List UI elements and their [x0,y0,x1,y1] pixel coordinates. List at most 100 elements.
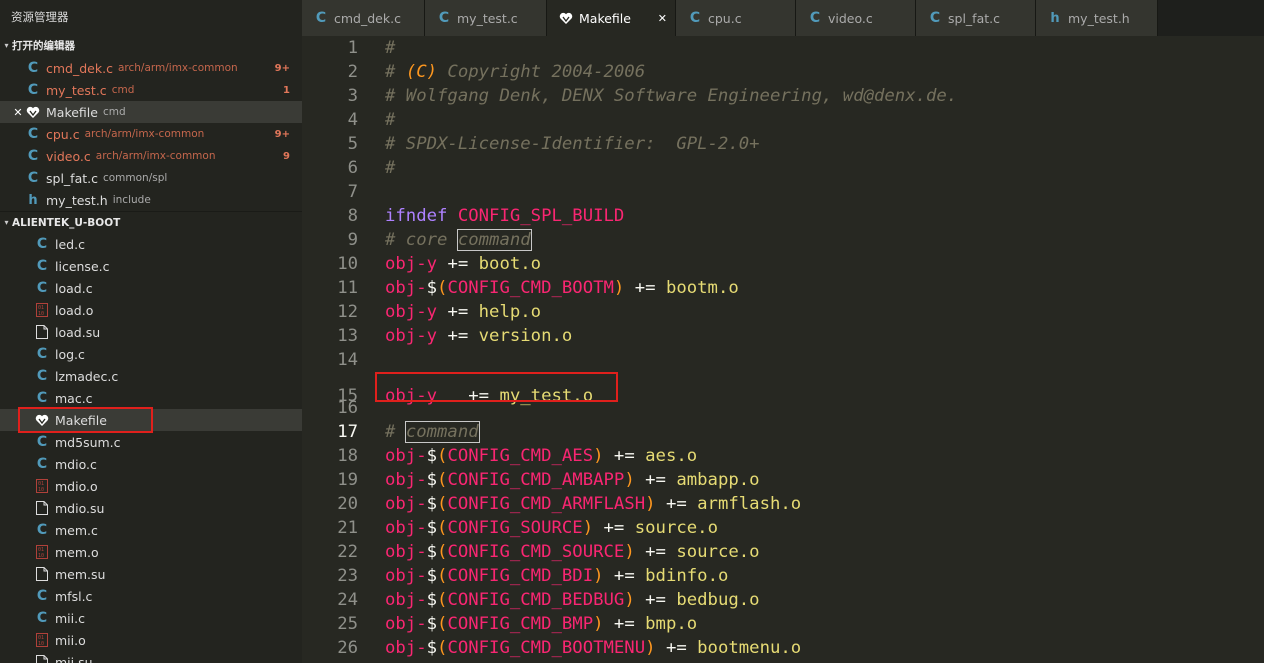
tree-item[interactable]: Cmfsl.c [0,585,302,607]
problem-badge: 1 [283,84,290,96]
open-editor-item[interactable]: ✕ Makefile cmd [0,101,302,123]
binary-icon: 01 10 [34,545,50,559]
tree-item[interactable]: Cmem.c [0,519,302,541]
open-editor-name: cpu.c [46,126,80,142]
line-number: 25 [337,614,358,634]
tree-item[interactable]: mdio.su [0,497,302,519]
open-editor-dir: arch/arm/imx-common [84,128,205,140]
open-editor-name: video.c [46,148,91,164]
tree-item[interactable]: Clzmadec.c [0,365,302,387]
tree-item[interactable]: 01 10 load.o [0,299,302,321]
code-text: obj-$(CONFIG_CMD_BMP) += bmp.o [385,614,698,634]
code-line[interactable]: 25 obj-$(CONFIG_CMD_BMP) += bmp.o [302,612,1264,636]
tree-item[interactable]: Cmac.c [0,387,302,409]
tree-item[interactable]: Cmdio.c [0,453,302,475]
open-editors-header[interactable]: ▾ 打开的编辑器 [0,35,302,57]
tree-item-name: load.su [55,324,101,340]
open-editor-item[interactable]: ✕Ccmd_dek.carch/arm/imx-common9+ [0,57,302,79]
code-line[interactable]: 17 # command [302,420,1264,444]
code-line[interactable]: 23 obj-$(CONFIG_CMD_BDI) += bdinfo.o [302,564,1264,588]
chevron-down-icon: ▾ [4,217,9,227]
tree-item-name: mem.o [55,544,99,560]
c-icon: C [36,610,48,626]
tree-item-name: mdio.o [55,478,98,494]
open-editor-item[interactable]: ✕Cspl_fat.ccommon/spl [0,167,302,189]
tree-item[interactable]: Cmd5sum.c [0,431,302,453]
c-icon: C [27,148,39,164]
tree-item[interactable]: Clicense.c [0,255,302,277]
code-line[interactable]: 10 obj-y += boot.o [302,252,1264,276]
tab-spl-fat-c[interactable]: Cspl_fat.c [916,0,1036,36]
c-icon: C [438,10,450,26]
close-icon[interactable]: ✕ [11,106,25,119]
tree-item[interactable]: 01 10 mem.o [0,541,302,563]
code-text: obj-y += version.o [385,326,573,346]
open-editor-name: my_test.h [46,192,108,208]
code-line[interactable]: 11 obj-$(CONFIG_CMD_BOOTM) += bootm.o [302,276,1264,300]
code-line[interactable]: 24 obj-$(CONFIG_CMD_BEDBUG) += bedbug.o [302,588,1264,612]
line-number: 10 [337,254,358,274]
tree-item[interactable]: mem.su [0,563,302,585]
code-line[interactable]: 3 # Wolfgang Denk, DENX Software Engineer… [302,84,1264,108]
open-editor-item[interactable]: ✕hmy_test.hinclude [0,189,302,211]
project-header[interactable]: ▾ ALIENTEK_U-BOOT [0,211,302,233]
project-label: ALIENTEK_U-BOOT [12,216,121,229]
open-editor-dir: cmd [111,84,135,96]
code-line[interactable]: 20 obj-$(CONFIG_CMD_ARMFLASH) += armflash… [302,492,1264,516]
tree-item[interactable]: Cmii.c [0,607,302,629]
line-number: 1 [347,38,358,58]
code-line[interactable]: 13 obj-y += version.o [302,324,1264,348]
chevron-down-icon: ▾ [4,41,9,50]
c-icon: C [36,258,48,274]
close-icon[interactable]: ✕ [658,12,667,25]
tab-label: Makefile [579,10,631,26]
line-number: 19 [337,470,358,490]
code-line[interactable]: 16 [302,396,1264,420]
code-line[interactable]: 8 ifndef CONFIG_SPL_BUILD [302,204,1264,228]
code-line[interactable]: 21 obj-$(CONFIG_SOURCE) += source.o [302,516,1264,540]
tree-item-name: md5sum.c [55,434,121,450]
code-line[interactable]: 19 obj-$(CONFIG_CMD_AMBAPP) += ambapp.o [302,468,1264,492]
code-line[interactable]: 9 # core command [302,228,1264,252]
tab-my-test-h[interactable]: h my_test.h [1036,0,1158,36]
tab-video-c[interactable]: Cvideo.c [796,0,916,36]
code-line[interactable]: 22 obj-$(CONFIG_CMD_SOURCE) += source.o [302,540,1264,564]
code-line[interactable]: 5 # SPDX-License-Identifier: GPL-2.0+ [302,132,1264,156]
tree-item[interactable]: Makefile [0,407,302,433]
c-icon: C [36,522,48,538]
code-editor[interactable]: 1 #2 # (C) Copyright 2004-2006 3 # Wolfgang … [302,36,1264,663]
tab-cmd-dek-c[interactable]: Ccmd_dek.c [302,0,425,36]
line-number: 22 [337,542,358,562]
tab-cpu-c[interactable]: Ccpu.c [676,0,796,36]
tree-item[interactable]: Cled.c [0,233,302,255]
code-line[interactable]: 26 obj-$(CONFIG_CMD_BOOTMENU) += bootmenu… [302,636,1264,660]
code-line[interactable]: 2 # (C) Copyright 2004-2006 [302,60,1264,84]
tree-item[interactable]: 01 10 mii.o [0,629,302,651]
code-text: obj-$(CONFIG_CMD_BDI) += bdinfo.o [385,566,729,586]
code-line[interactable]: 1 # [302,36,1264,60]
tree-item[interactable]: Cload.c [0,277,302,299]
open-editor-item[interactable]: ✕Cvideo.carch/arm/imx-common9 [0,145,302,167]
tree-item[interactable]: Clog.c [0,343,302,365]
tree-item[interactable]: load.su [0,321,302,343]
code-line[interactable]: 14 [302,348,1264,372]
code-text: obj-$(CONFIG_CMD_BOOTMENU) += bootmenu.o [385,638,802,658]
open-editor-dir: arch/arm/imx-common [117,62,238,74]
tree-item[interactable]: 01 10 mdio.o [0,475,302,497]
open-editor-name: spl_fat.c [46,170,98,186]
open-editor-item[interactable]: ✕Cmy_test.ccmd1 [0,79,302,101]
open-editors-list: ✕Ccmd_dek.carch/arm/imx-common9+ ✕ Cmy_tes… [0,57,302,211]
tab-makefile[interactable]: Makefile ✕ [547,0,676,36]
c-icon: C [36,390,48,406]
tree-item[interactable]: mii.su [0,651,302,663]
line-number: 3 [347,86,358,106]
code-line[interactable]: 18 obj-$(CONFIG_CMD_AES) += aes.o [302,444,1264,468]
code-line[interactable]: 7 [302,180,1264,204]
tab-my-test-c[interactable]: Cmy_test.c [425,0,547,36]
code-line[interactable]: 6 # [302,156,1264,180]
code-line[interactable]: 12 obj-y += help.o [302,300,1264,324]
c-icon: C [36,236,48,252]
open-editor-item[interactable]: ✕Ccpu.carch/arm/imx-common9+ [0,123,302,145]
c-icon: C [315,10,327,26]
code-line[interactable]: 4 # [302,108,1264,132]
